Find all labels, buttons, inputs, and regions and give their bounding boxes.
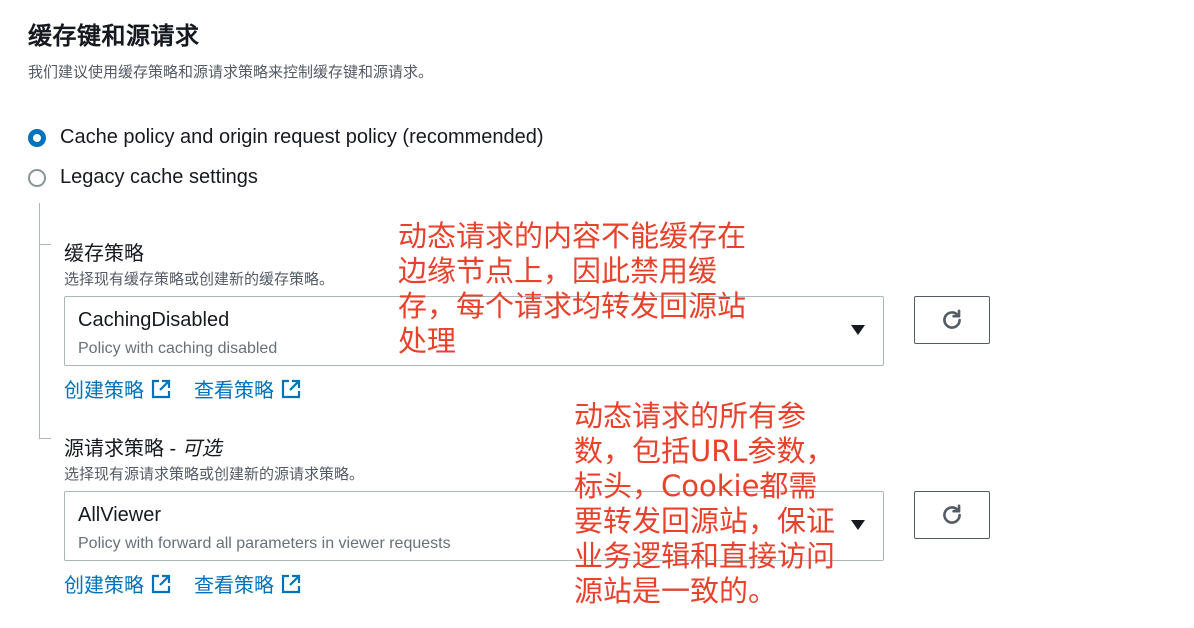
origin-policy-view-link[interactable]: 查看策略: [194, 569, 302, 598]
external-link-icon: [151, 574, 171, 593]
origin-policy-label: 源请求策略 - 可选: [64, 432, 222, 461]
origin-policy-create-link[interactable]: 创建策略: [64, 569, 172, 598]
origin-policy-label-text: 源请求策略 -: [64, 438, 182, 460]
tree-connector-line: [39, 203, 40, 438]
origin-policy-selected-description: Policy with forward all parameters in vi…: [78, 535, 451, 552]
origin-policy-selected-value: AllViewer: [78, 504, 161, 526]
cache-policy-description: 选择现有缓存策略或创建新的缓存策略。: [64, 271, 335, 288]
page: 缓存键和源请求 我们建议使用缓存策略和源请求策略来控制缓存键和源请求。 Cach…: [0, 0, 1194, 628]
optional-label: 可选: [181, 438, 222, 460]
cache-policy-label: 缓存策略: [64, 243, 144, 265]
external-link-icon: [281, 379, 301, 398]
origin-policy-description: 选择现有源请求策略或创建新的源请求策略。: [64, 466, 365, 483]
tree-connector-tick: [39, 438, 51, 439]
origin-policy-links: 创建策略 查看策略: [64, 569, 324, 598]
cache-policy-refresh-button[interactable]: [914, 296, 990, 344]
external-link-icon: [281, 574, 301, 593]
radio-label: Legacy cache settings: [60, 166, 258, 188]
cache-policy-selected-value: CachingDisabled: [78, 309, 230, 331]
radio-label: Cache policy and origin request policy (…: [60, 126, 544, 148]
section-description: 我们建议使用缓存策略和源请求策略来控制缓存键和源请求。: [28, 64, 434, 81]
view-link-label: 查看策略: [194, 575, 274, 597]
create-link-label: 创建策略: [64, 380, 144, 402]
refresh-icon: [943, 309, 961, 329]
radio-legacy-cache-settings[interactable]: Legacy cache settings: [28, 166, 258, 189]
radio-unchecked-icon[interactable]: [28, 168, 46, 187]
annotation-origin-note: 动态请求的所有参 数，包括URL参数， 标头，Cookie都需 要转发回源站，保…: [574, 399, 836, 608]
refresh-icon: [943, 504, 961, 524]
caret-down-icon: [851, 325, 865, 335]
tree-connector-tick: [39, 244, 51, 245]
radio-checked-icon[interactable]: [28, 128, 46, 147]
view-link-label: 查看策略: [194, 380, 274, 402]
cache-policy-selected-description: Policy with caching disabled: [78, 340, 278, 357]
cache-policy-links: 创建策略 查看策略: [64, 374, 324, 403]
annotation-cache-note: 动态请求的内容不能缓存在 边缘节点上，因此禁用缓 存，每个请求均转发回源站 处理: [398, 219, 747, 358]
external-link-icon: [151, 379, 171, 398]
cache-policy-create-link[interactable]: 创建策略: [64, 374, 172, 403]
radio-cache-policy-recommended[interactable]: Cache policy and origin request policy (…: [28, 126, 544, 149]
cache-policy-view-link[interactable]: 查看策略: [194, 374, 302, 403]
create-link-label: 创建策略: [64, 575, 144, 597]
origin-policy-refresh-button[interactable]: [914, 491, 990, 539]
section-title: 缓存键和源请求: [28, 23, 200, 50]
